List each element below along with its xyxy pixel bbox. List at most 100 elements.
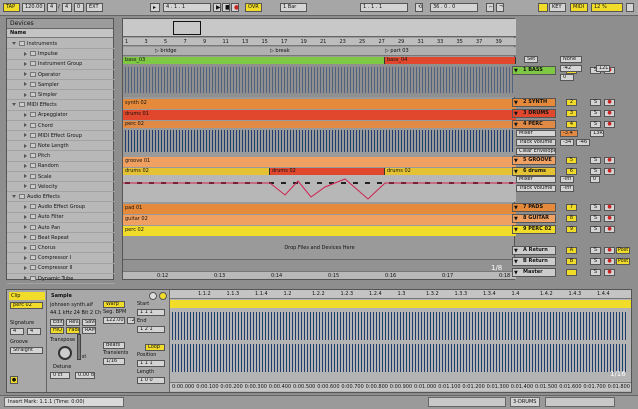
browser-item[interactable]: Sampler bbox=[7, 80, 115, 91]
locator-marker[interactable]: ▷ bridge bbox=[155, 48, 176, 55]
rev-button[interactable]: Rev. bbox=[66, 319, 80, 326]
expand-arrow-icon[interactable] bbox=[24, 225, 27, 230]
browser-item[interactable]: Instrument Group bbox=[7, 59, 115, 70]
position-field[interactable]: 1 1 1 bbox=[137, 360, 165, 367]
track-header[interactable]: ▼ A Return bbox=[512, 246, 556, 255]
loop-toggle-icon[interactable]: ⟲ bbox=[415, 3, 423, 12]
track-arm-icon[interactable]: ● bbox=[604, 110, 615, 117]
drums6-param-select[interactable]: Track Volume bbox=[516, 185, 556, 192]
track-activator-button[interactable]: 8 bbox=[566, 215, 577, 222]
track-arm-icon[interactable]: ● bbox=[604, 258, 615, 265]
track-activator-button[interactable]: 2 bbox=[566, 99, 577, 106]
detune-field[interactable]: 0 ct bbox=[50, 372, 70, 379]
sample-editor[interactable]: 1.1.2 1.1.3 1.1.4 1.2 1.2.2 1.2.3 1.2.4 1.3 1.3.… bbox=[170, 290, 631, 392]
loop-length-field[interactable]: 36 . 0 . 0 bbox=[430, 3, 478, 12]
expand-arrow-icon[interactable] bbox=[24, 153, 27, 158]
sig-denominator[interactable]: 4 bbox=[62, 3, 72, 12]
transpose-knob[interactable] bbox=[58, 346, 72, 360]
perc-param-select[interactable]: Track Volume bbox=[516, 139, 556, 146]
device-chain-mini[interactable] bbox=[545, 397, 615, 407]
track-header[interactable]: ▼ 5 GROOVE bbox=[512, 156, 556, 165]
browser-folder[interactable]: MIDI Effects bbox=[7, 100, 115, 111]
edit-button[interactable]: Edit bbox=[50, 319, 64, 326]
track-solo-button[interactable]: S bbox=[590, 110, 601, 117]
folder-open-icon[interactable] bbox=[12, 195, 16, 198]
clip-pad-01[interactable]: pad 01 bbox=[123, 205, 516, 212]
track-solo-button[interactable]: S bbox=[590, 157, 601, 164]
expand-arrow-icon[interactable] bbox=[24, 245, 27, 250]
clip-perc-02[interactable]: perc 02 bbox=[123, 121, 516, 128]
clip-bass-03[interactable]: bass_03 bbox=[123, 57, 385, 64]
track-fold-icon[interactable]: ▼ bbox=[514, 158, 518, 164]
track-solo-button[interactable]: S bbox=[590, 204, 601, 211]
bar-ruler[interactable]: 1 3 5 7 9 11 13 15 17 19 21 23 25 27 29 31 33 35 37 39 bbox=[123, 38, 516, 46]
drums6-val2[interactable]: 0 bbox=[590, 176, 600, 183]
track-arm-icon[interactable]: ● bbox=[604, 99, 615, 106]
clip-sig-den[interactable]: 4 bbox=[27, 328, 41, 335]
track-fold-icon[interactable]: ▼ bbox=[514, 270, 518, 276]
sig-numerator[interactable]: 4 bbox=[47, 3, 57, 12]
browser-item[interactable]: Pitch bbox=[7, 151, 115, 162]
perc-val3[interactable]: -34 bbox=[560, 139, 574, 146]
track-activator-button[interactable]: 6 bbox=[566, 168, 577, 175]
track-fold-icon[interactable]: ▼ bbox=[514, 248, 518, 254]
perc-val1[interactable]: -3.4 bbox=[560, 130, 578, 137]
expand-arrow-icon[interactable] bbox=[24, 112, 27, 117]
clip-groove-01[interactable]: groove 01 bbox=[123, 158, 516, 165]
lane-drums6[interactable]: drums 02 drums 02 drums 02 bbox=[123, 168, 516, 202]
clip-drums6-a[interactable]: drums 02 bbox=[123, 168, 270, 175]
record-icon[interactable]: ● bbox=[231, 3, 239, 12]
ext-sync-button[interactable]: EXT bbox=[86, 3, 103, 12]
loop-brace[interactable] bbox=[170, 300, 631, 308]
metronome-field[interactable]: 0 bbox=[74, 3, 84, 12]
track-activator-button[interactable]: 4 bbox=[566, 121, 577, 128]
quantization-select[interactable]: 1 Bar bbox=[280, 3, 307, 12]
gain-field[interactable]: 0.00 dB bbox=[75, 372, 95, 379]
clip-drums6-c[interactable]: drums 02 bbox=[385, 168, 516, 175]
track-header[interactable]: ▼ 3 DRUMS bbox=[512, 109, 556, 118]
track-fold-icon[interactable]: ▼ bbox=[514, 205, 518, 211]
browser-item[interactable]: Dynamic Tube bbox=[7, 274, 115, 284]
expand-arrow-icon[interactable] bbox=[24, 184, 27, 189]
browser-item[interactable]: MIDI Effect Group bbox=[7, 131, 115, 142]
track-arm-icon[interactable]: ● bbox=[604, 157, 615, 164]
perc-val2[interactable]: 13R bbox=[590, 130, 604, 137]
browser-item[interactable]: Auto Filter bbox=[7, 212, 115, 223]
halve-tempo-button[interactable]: :2 bbox=[127, 317, 135, 324]
browser-item[interactable]: Compressor I bbox=[7, 253, 115, 264]
loop-start-field[interactable]: 1 . 1 . 1 bbox=[360, 3, 408, 12]
expand-arrow-icon[interactable] bbox=[24, 235, 27, 240]
drums6-val[interactable]: -inf bbox=[560, 176, 574, 183]
lane-drums[interactable]: drums 01 bbox=[123, 110, 516, 120]
track-solo-button[interactable]: S bbox=[590, 226, 601, 233]
browser-item[interactable]: Chorus bbox=[7, 243, 115, 254]
clip-drums-01[interactable]: drums 01 bbox=[123, 111, 516, 118]
expand-arrow-icon[interactable] bbox=[24, 276, 27, 281]
track-header[interactable]: ▼ 9 PERC 02 bbox=[512, 225, 556, 234]
browser-item[interactable]: Random bbox=[7, 161, 115, 172]
expand-arrow-icon[interactable] bbox=[24, 143, 27, 148]
track-header[interactable]: ▼ B Return bbox=[512, 257, 556, 266]
track-solo-button[interactable]: S bbox=[590, 247, 601, 254]
track-arm-icon[interactable]: ● bbox=[604, 269, 615, 276]
clip-drums6-b[interactable]: drums 02 bbox=[270, 168, 385, 175]
clear-envelope-button[interactable]: Clear Envelope bbox=[516, 148, 556, 155]
track-fold-icon[interactable]: ▼ bbox=[514, 100, 518, 106]
locator-marker[interactable]: ▷ break bbox=[270, 48, 290, 55]
browser-item[interactable]: Beat Repeat bbox=[7, 233, 115, 244]
volume-envelope[interactable] bbox=[123, 177, 516, 201]
warp-mode-select[interactable]: Beats bbox=[103, 342, 125, 349]
browser-item[interactable]: Chord bbox=[7, 121, 115, 131]
follow-icon[interactable]: ▸ bbox=[150, 3, 160, 12]
track-fold-icon[interactable]: ▼ bbox=[514, 122, 518, 128]
warp-button[interactable]: Warp bbox=[103, 301, 125, 308]
clip-synth-02[interactable]: synth 02 bbox=[123, 100, 516, 107]
track-header[interactable]: ▼ Master bbox=[512, 268, 556, 277]
set-locator-button[interactable]: Set bbox=[524, 56, 538, 63]
track-header[interactable]: ▼ 8 GUITAR bbox=[512, 214, 556, 223]
return-post-button[interactable]: Post bbox=[616, 247, 630, 254]
loop-button[interactable]: Loop bbox=[145, 344, 165, 351]
fade-button[interactable]: Fade bbox=[66, 327, 80, 334]
track-fold-icon[interactable]: ▼ bbox=[514, 111, 518, 117]
track-fold-icon[interactable]: ▼ bbox=[514, 169, 518, 175]
